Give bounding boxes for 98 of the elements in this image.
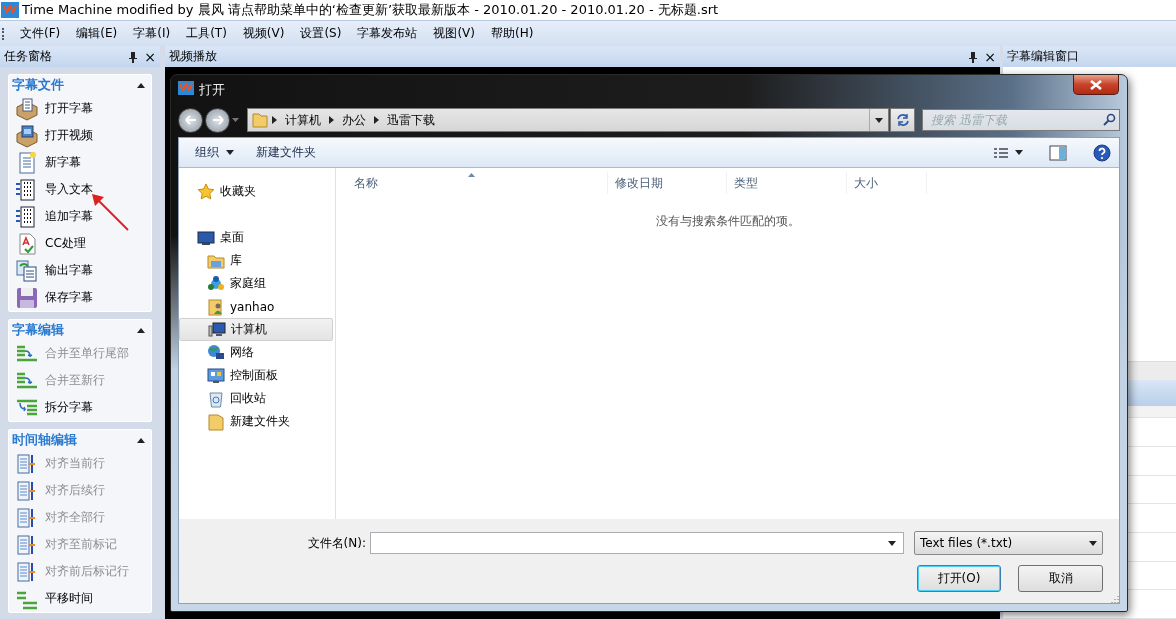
menu-item[interactable]: 编辑(E) — [68, 22, 126, 45]
nav-item[interactable]: 计算机 — [179, 318, 333, 341]
task-link[interactable]: 平移时间 — [45, 590, 93, 607]
back-button[interactable] — [178, 107, 203, 133]
forward-arrow-icon — [211, 115, 224, 125]
collapse-icon[interactable] — [137, 327, 145, 333]
column-header[interactable]: 大小 — [847, 172, 927, 194]
nav-item[interactable]: 库 — [179, 249, 333, 272]
pages-icon — [15, 258, 39, 283]
trash-icon — [207, 389, 225, 408]
group-title: 字幕编辑 — [12, 321, 65, 339]
app-icon — [178, 81, 194, 95]
close-button[interactable]: × — [984, 49, 996, 64]
filename-field[interactable] — [370, 532, 904, 554]
column-header[interactable]: 修改日期 — [608, 172, 727, 194]
close-icon — [1090, 79, 1102, 90]
dialog-title: 打开 — [199, 82, 225, 99]
file-type-dropdown[interactable]: Text files (*.txt) — [914, 531, 1103, 555]
nav-item[interactable]: 桌面 — [179, 226, 333, 249]
close-button[interactable]: × — [144, 49, 156, 64]
menu-item[interactable]: 帮助(H) — [482, 22, 542, 45]
task-link[interactable]: 追加字幕 — [45, 208, 93, 225]
breadcrumb-item[interactable]: 计算机 — [281, 111, 325, 129]
chevron-icon — [374, 116, 379, 124]
breadcrumb-item[interactable]: 迅雷下载 — [383, 111, 439, 129]
nav-item[interactable]: 收藏夹 — [179, 180, 333, 203]
nav-item[interactable]: 网络 — [179, 341, 333, 364]
nav-item[interactable]: 控制面板 — [179, 364, 333, 387]
field-label: 文件名(N): — [307, 534, 366, 552]
menu-item[interactable]: 字幕发布站 — [349, 22, 426, 45]
chevron-icon — [329, 116, 334, 124]
panel-title: 视频播放 — [169, 48, 217, 65]
nav-item[interactable]: 新建文件夹 — [179, 410, 333, 433]
toolbar-grip[interactable] — [2, 27, 6, 40]
group-title: 时间轴编辑 — [12, 431, 78, 449]
task-link[interactable]: CC处理 — [45, 235, 86, 252]
collapse-icon[interactable] — [137, 437, 145, 443]
close-button[interactable] — [1073, 75, 1119, 95]
nav-item[interactable]: 回收站 — [179, 387, 333, 410]
group-title: 字幕文件 — [12, 76, 65, 94]
pin-icon[interactable] — [968, 50, 979, 63]
forward-button[interactable] — [205, 107, 230, 133]
caret-icon — [1089, 540, 1097, 546]
package-icon — [15, 123, 39, 148]
menu-item[interactable]: 工具(T) — [178, 22, 235, 45]
sort-arrow-icon — [467, 173, 475, 177]
nav-item[interactable]: yanhao — [179, 295, 333, 318]
nav-item[interactable]: 家庭组 — [179, 272, 333, 295]
package-icon — [15, 96, 39, 121]
monitor-icon — [197, 228, 215, 247]
caret-icon[interactable] — [875, 117, 883, 123]
task-link[interactable]: 打开视频 — [45, 127, 93, 144]
computer-icon — [208, 320, 226, 339]
task-link[interactable]: 打开字幕 — [45, 100, 93, 117]
user-folder-icon — [207, 297, 225, 316]
menu-item[interactable]: 视频(V) — [234, 22, 293, 45]
task-link[interactable]: 导入文本 — [45, 181, 93, 198]
task-link[interactable]: 输出字幕 — [45, 262, 93, 279]
network-icon — [207, 343, 225, 362]
menu-item[interactable]: 文件(F) — [12, 22, 69, 45]
folder-icon — [207, 412, 225, 431]
resize-grip-icon[interactable] — [1110, 594, 1119, 603]
back-arrow-icon — [184, 115, 197, 125]
panel-title: 任务窗格 — [4, 48, 52, 65]
app-icon — [1, 2, 19, 18]
view-list-icon[interactable] — [993, 146, 1009, 159]
caret-icon — [226, 150, 234, 155]
search-field[interactable]: 搜索 迅雷下载 — [922, 109, 1120, 131]
folder-icon — [252, 112, 268, 128]
help-icon[interactable] — [1093, 143, 1111, 162]
caret-icon[interactable] — [1015, 150, 1023, 155]
open-button[interactable]: 打开(O) — [917, 565, 1001, 592]
preview-pane-icon[interactable] — [1049, 144, 1067, 161]
menu-item[interactable]: 字幕(I) — [125, 22, 179, 45]
task-link[interactable]: 拆分字幕 — [45, 399, 93, 416]
empty-message: 没有与搜索条件匹配的项。 — [654, 213, 801, 230]
refresh-button[interactable] — [890, 108, 915, 132]
collapse-icon[interactable] — [137, 82, 145, 88]
cancel-button[interactable]: 取消 — [1018, 565, 1103, 592]
breadcrumb-item[interactable]: 办公 — [338, 111, 370, 129]
chevron-icon — [272, 116, 277, 124]
toolbar-button[interactable]: 新建文件夹 — [248, 140, 324, 165]
menu-item[interactable]: 设置(S) — [292, 22, 350, 45]
pin-icon[interactable] — [128, 50, 139, 63]
search-icon — [1102, 113, 1116, 127]
task-link[interactable]: 保存字幕 — [45, 289, 93, 306]
task-link[interactable]: 新字幕 — [45, 154, 81, 171]
panel-title: 字幕编辑窗口 — [1007, 48, 1079, 65]
refresh-icon — [895, 113, 910, 127]
globe-icon — [207, 274, 225, 293]
star-icon — [197, 182, 215, 201]
menu-button[interactable]: 组织 — [187, 140, 242, 165]
column-header[interactable]: 名称 — [336, 172, 608, 194]
column-header[interactable]: 类型 — [727, 172, 847, 194]
window-title: Time Machine modified by 晨风 请点帮助菜单中的‘检查更新’获取最新版本 - 2010.01.20 - 2010.01.20 - 无标题.srt — [22, 1, 719, 19]
address-bar[interactable]: 计算机 办公 迅雷下载 — [247, 108, 889, 132]
control-panel-icon — [207, 366, 225, 385]
menu-item[interactable]: 视图(V) — [425, 22, 483, 45]
